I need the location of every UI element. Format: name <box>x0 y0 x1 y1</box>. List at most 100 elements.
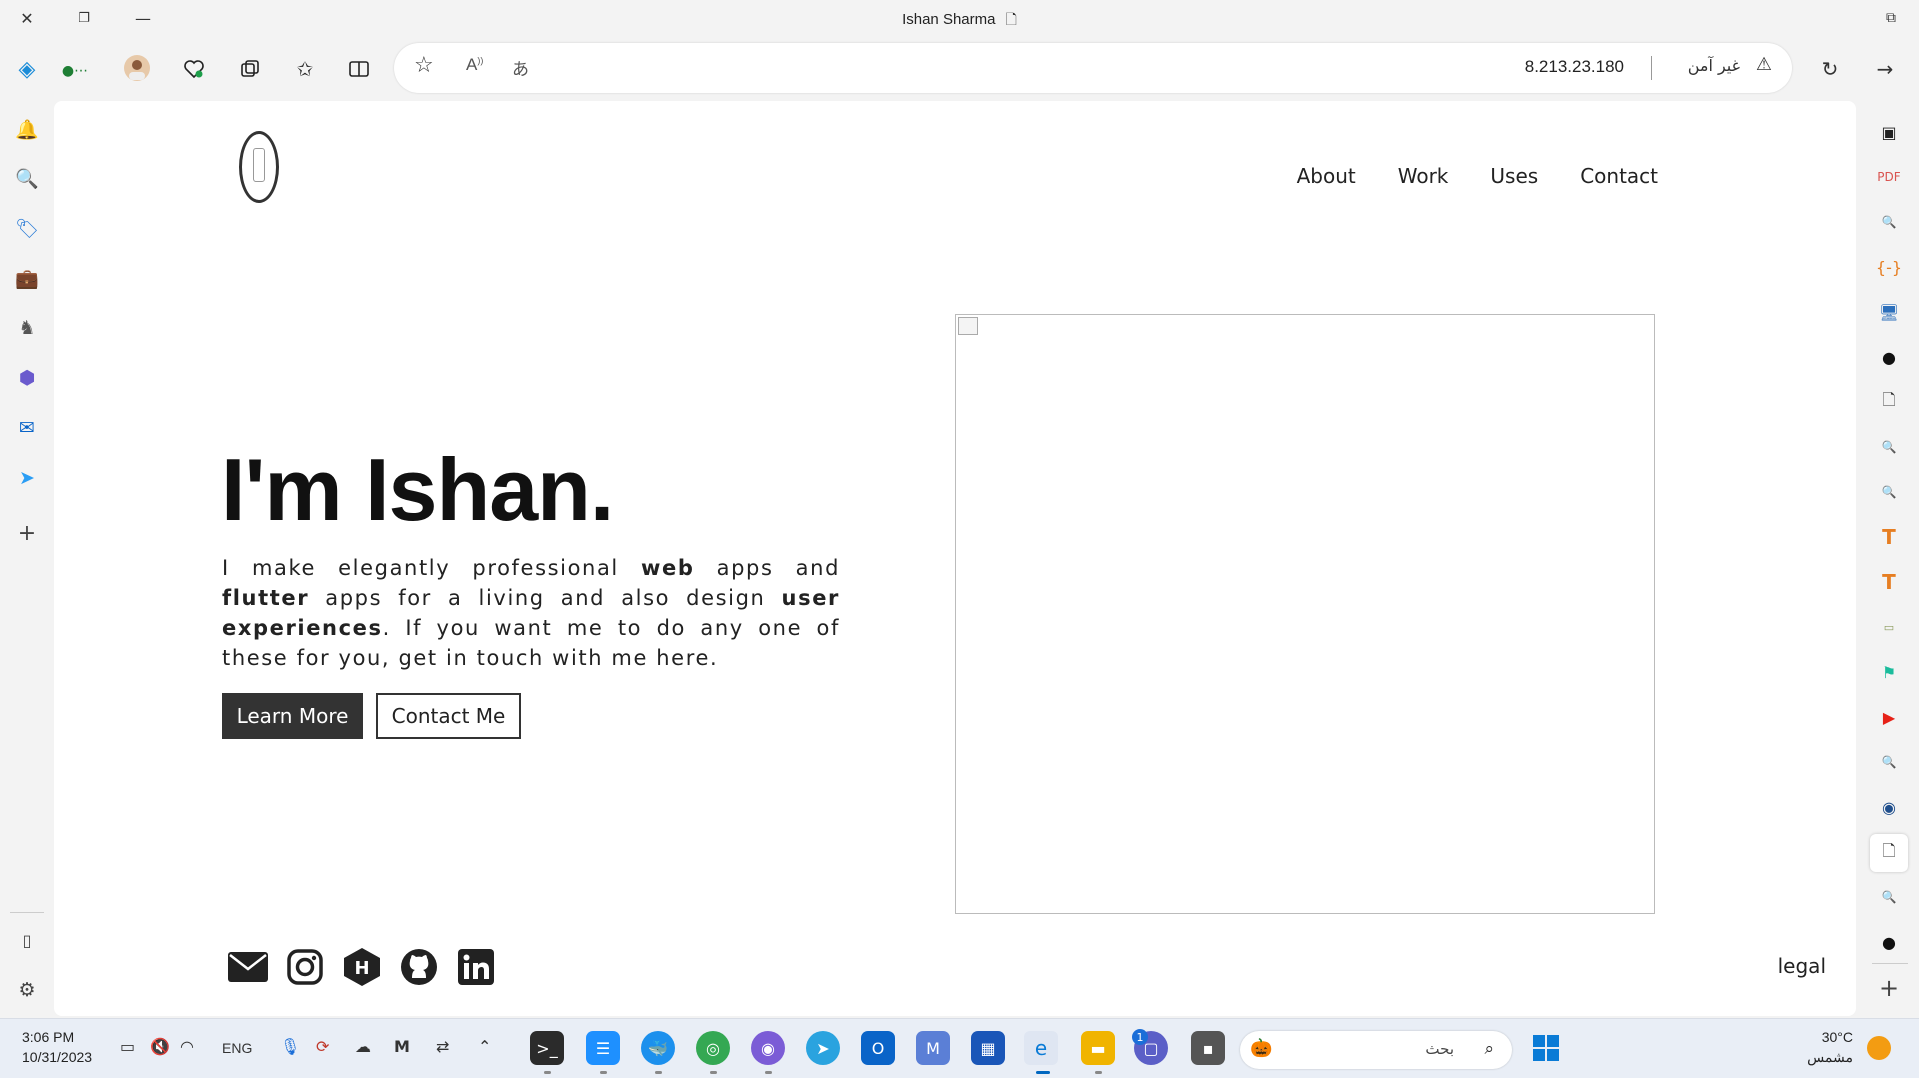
hashnode-icon[interactable]: H <box>342 947 382 987</box>
tab-github-icon[interactable]: ● <box>1874 342 1904 372</box>
tab-t-icon-2[interactable]: T <box>1874 567 1904 597</box>
read-aloud-icon[interactable]: A)) <box>466 55 483 75</box>
telegram-app-icon[interactable]: ➤ <box>806 1031 840 1065</box>
start-button[interactable] <box>1529 1031 1563 1065</box>
terminal-app-icon[interactable]: >_ <box>530 1031 564 1065</box>
tab-search-icon-2[interactable]: 🔍 <box>1874 432 1904 462</box>
show-hidden-icons-chevron-icon[interactable]: ⌃ <box>478 1037 491 1056</box>
wifi-icon[interactable]: ◠ <box>180 1037 194 1056</box>
add-favorite-star-icon[interactable]: ☆ <box>414 53 434 78</box>
games-chess-icon[interactable]: ♞ <box>12 313 42 343</box>
legal-link[interactable]: legal <box>1778 954 1826 978</box>
microsoft365-icon[interactable]: ⬢ <box>12 363 42 393</box>
hero-image-placeholder <box>955 314 1655 914</box>
tray-toggle-icon[interactable]: ⇄ <box>436 1037 449 1056</box>
mail-app-icon[interactable]: M <box>916 1031 950 1065</box>
tab-pdf-icon[interactable]: PDF <box>1874 162 1904 192</box>
site-logo[interactable] <box>239 131 279 203</box>
tab-flag-icon[interactable]: ⚑ <box>1874 657 1904 687</box>
onedrive-cloud-icon[interactable]: ☁ <box>355 1037 371 1056</box>
discord-app-icon[interactable]: ◉ <box>751 1031 785 1065</box>
chat-badge: 1 <box>1132 1029 1148 1045</box>
split-screen-icon[interactable] <box>344 54 374 84</box>
contact-me-button[interactable]: Contact Me <box>376 693 521 739</box>
docker-app-icon[interactable]: 🐳 <box>641 1031 675 1065</box>
address-bar[interactable]: ☆ A)) あ 8.213.23.180 غير آمن ⚠ <box>394 43 1792 93</box>
microphone-icon[interactable]: 🎙 <box>280 1037 300 1056</box>
favorites-icon[interactable]: ✩ <box>290 54 320 84</box>
edge-app-icon[interactable]: e <box>1024 1031 1058 1065</box>
tab-search-icon-3[interactable]: 🔍 <box>1874 477 1904 507</box>
learn-more-button[interactable]: Learn More <box>222 693 363 739</box>
sync-icon[interactable]: ⟳ <box>316 1037 329 1056</box>
instagram-icon[interactable] <box>285 947 325 987</box>
pumpkin-highlight-icon: 🎃 <box>1250 1038 1273 1059</box>
profile-avatar[interactable] <box>122 53 152 83</box>
hero-text-bold: web <box>641 556 695 580</box>
search-icon[interactable]: 🔍 <box>12 163 42 193</box>
hero-text-part: apps for a living and also design <box>309 586 782 610</box>
collections-squares-icon <box>241 60 259 77</box>
tab-document-icon[interactable]: 🗋 <box>1874 387 1904 417</box>
nav-about[interactable]: About <box>1297 164 1356 188</box>
notifications-bell-icon[interactable]: 🔔 <box>12 114 42 144</box>
refresh-icon[interactable]: ↻ <box>1815 54 1845 84</box>
notepad-app-icon[interactable]: ☰ <box>586 1031 620 1065</box>
tab-search-icon-5[interactable]: 🔍 <box>1874 882 1904 912</box>
not-secure-label[interactable]: غير آمن <box>1688 56 1740 75</box>
tab-youtube-icon[interactable]: ▶ <box>1874 702 1904 732</box>
nav-contact[interactable]: Contact <box>1580 164 1658 188</box>
shopping-tag-icon[interactable]: 🏷 <box>12 213 42 243</box>
drop-send-icon[interactable]: ➤ <box>12 463 42 493</box>
tab-github-icon-2[interactable]: ● <box>1874 927 1904 957</box>
warning-icon[interactable]: ⚠ <box>1756 54 1772 75</box>
tab-t-icon[interactable]: T <box>1874 522 1904 552</box>
extensions-menu-icon[interactable]: ●⋯ <box>60 56 90 86</box>
volume-muted-icon[interactable]: 🔇 <box>150 1037 170 1056</box>
add-sidebar-app-icon[interactable]: + <box>12 518 42 548</box>
tab-search-icon[interactable]: 🔍 <box>1874 207 1904 237</box>
tab-actions-icon[interactable]: ▣ <box>1874 117 1904 147</box>
outlook-icon[interactable]: ✉ <box>12 413 42 443</box>
hide-sidebar-icon[interactable]: ▯ <box>12 925 42 955</box>
tools-briefcase-icon[interactable]: 💼 <box>12 263 42 293</box>
settings-gear-icon[interactable]: ⚙ <box>12 975 42 1005</box>
workspaces-icon[interactable]: ⧉ <box>1877 4 1905 32</box>
hero-title: I'm Ishan. <box>221 440 614 539</box>
forward-arrow-icon[interactable]: → <box>1870 54 1900 84</box>
nav-work[interactable]: Work <box>1398 164 1449 188</box>
github-icon[interactable] <box>399 947 439 987</box>
language-indicator[interactable]: ENG <box>222 1040 252 1056</box>
window-app-icon[interactable]: ▪ <box>1191 1031 1225 1065</box>
tab-active-document-icon[interactable]: 🗋 <box>1870 834 1908 872</box>
clock-date: 10/31/2023 <box>22 1049 93 1065</box>
address-separator <box>1651 56 1652 80</box>
hashnode-shape: H <box>344 948 380 986</box>
performance-icon[interactable] <box>179 54 209 84</box>
clock[interactable]: 3:06 PM 10/31/2023 <box>22 1027 92 1067</box>
weather-widget[interactable]: 30°C مشمس <box>1807 1027 1853 1067</box>
nav-uses[interactable]: Uses <box>1490 164 1538 188</box>
chrome-app-icon[interactable]: ◎ <box>696 1031 730 1065</box>
new-tab-plus-icon[interactable]: + <box>1874 973 1904 1003</box>
tab-globe-icon[interactable]: ◉ <box>1874 792 1904 822</box>
outlook-app-icon[interactable]: O <box>861 1031 895 1065</box>
linkedin-icon[interactable] <box>456 947 496 987</box>
site-nav: About Work Uses Contact <box>1297 164 1658 188</box>
collections-icon[interactable] <box>235 54 265 84</box>
translate-icon[interactable]: あ <box>512 55 529 80</box>
tab-remote-desktop-icon[interactable]: 🖥 <box>1874 297 1904 327</box>
store-app-icon[interactable]: ▦ <box>971 1031 1005 1065</box>
tab-search-icon-4[interactable]: 🔍 <box>1874 747 1904 777</box>
tab-csv-icon[interactable]: ▭ <box>1874 612 1904 642</box>
battery-icon[interactable]: ▭ <box>120 1037 135 1056</box>
copilot-icon[interactable]: ◈ <box>12 54 42 84</box>
file-explorer-app-icon[interactable]: ▬ <box>1081 1031 1115 1065</box>
mail-icon[interactable] <box>228 947 268 987</box>
tab-code-icon[interactable]: {-} <box>1874 252 1904 282</box>
hero-text-bold: flutter <box>222 586 310 610</box>
tray-app-icon[interactable]: M <box>394 1037 410 1056</box>
weather-condition: مشمس <box>1807 1049 1853 1065</box>
url-text[interactable]: 8.213.23.180 <box>1525 57 1624 77</box>
taskbar-search-box[interactable]: 🎃 بحث ⌕ <box>1240 1031 1512 1069</box>
